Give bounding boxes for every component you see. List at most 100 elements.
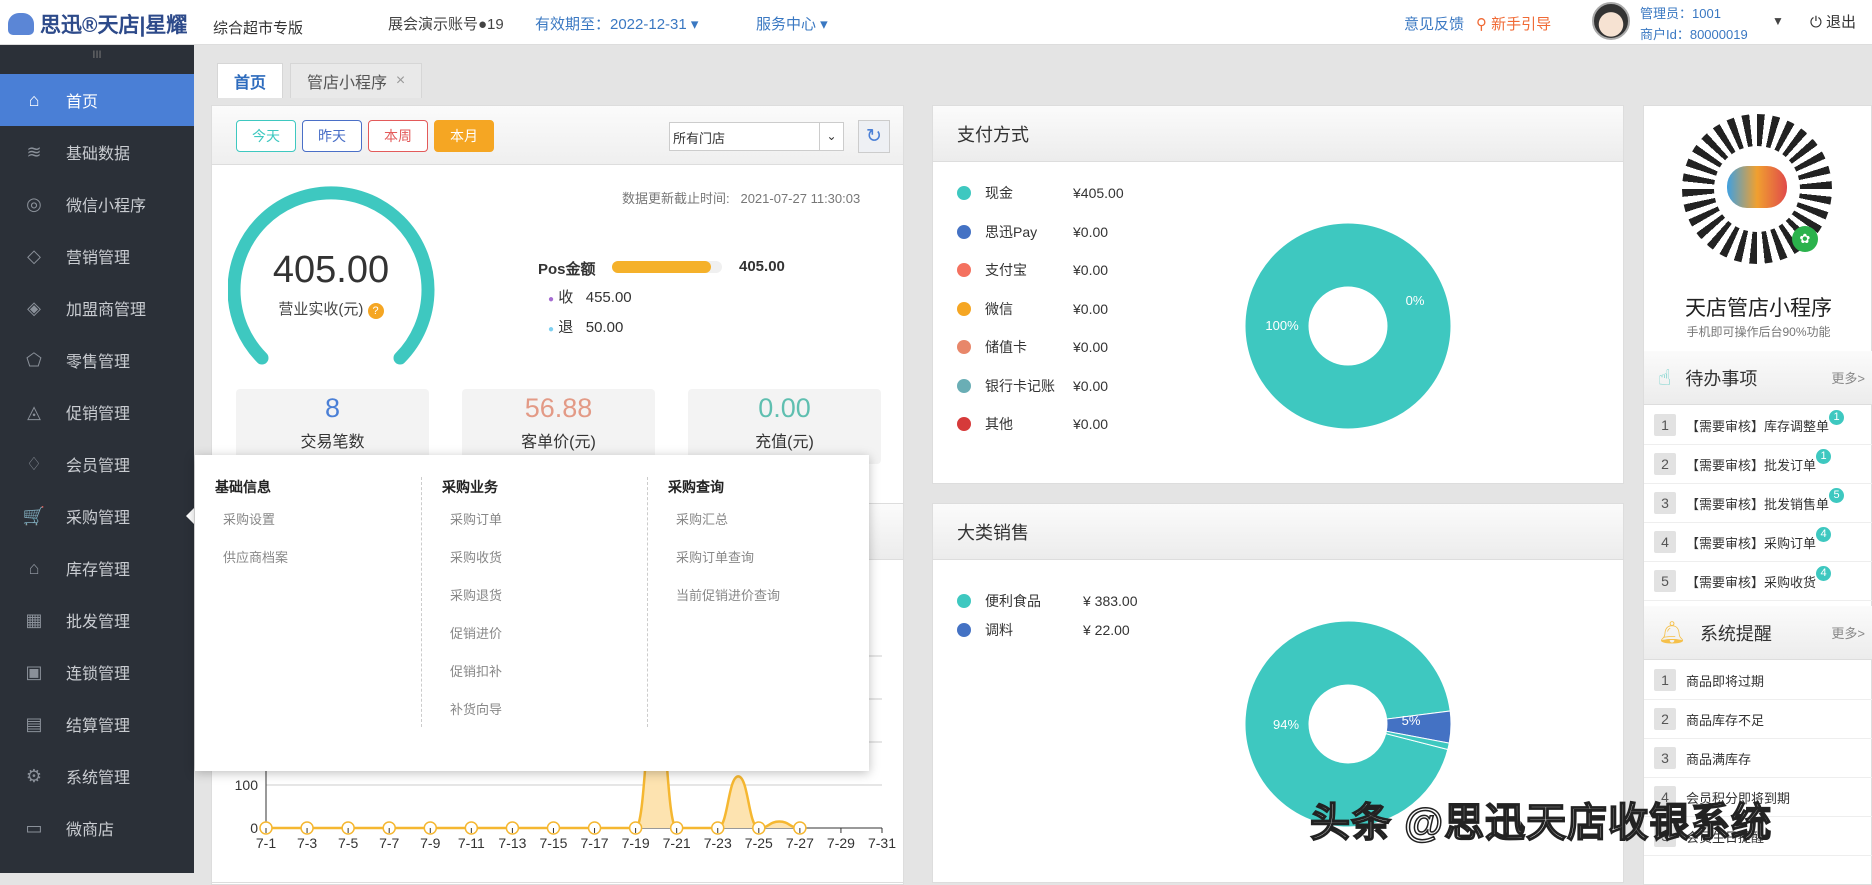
sidebar-item-11[interactable]: ▣ 连锁管理 bbox=[0, 646, 194, 698]
megaphone-icon: ◬ bbox=[27, 401, 41, 422]
user-menu-caret-icon[interactable]: ▼ bbox=[1772, 14, 1784, 28]
x-tick-label: 7-1 bbox=[256, 835, 276, 851]
sidebar-item-4[interactable]: ◈ 加盟商管理 bbox=[0, 282, 194, 334]
submenu-link[interactable]: 补货向导 bbox=[450, 699, 647, 717]
reminds-item[interactable]: 2 商品库存不足 bbox=[1644, 700, 1872, 739]
refund-row: ● 退 50.00 bbox=[548, 316, 623, 337]
donut-label: 5% bbox=[1402, 713, 1421, 728]
x-tick-label: 7-13 bbox=[498, 835, 526, 851]
x-tick-label: 7-23 bbox=[704, 835, 732, 851]
count-badge: 1 bbox=[1829, 409, 1845, 425]
close-icon[interactable]: × bbox=[396, 72, 405, 90]
item-number: 1 bbox=[1654, 414, 1676, 436]
submenu-link[interactable]: 当前促销进价查询 bbox=[676, 585, 873, 603]
logout-button[interactable]: ⏻ 退出 bbox=[1810, 11, 1856, 32]
sidebar-collapse-handle[interactable]: III bbox=[0, 49, 194, 61]
x-tick-label: 7-5 bbox=[338, 835, 358, 851]
legend-item: 支付宝 ¥0.00 bbox=[957, 260, 1108, 280]
merchant-id: 商户Id：80000019 bbox=[1640, 27, 1748, 42]
sidebar-item-13[interactable]: ⚙ 系统管理 bbox=[0, 750, 194, 802]
filter-bar: 今天 昨天 本周 本月 所有门店 ⌄ ↻ bbox=[212, 106, 903, 165]
chain-store-icon: ▣ bbox=[25, 661, 43, 682]
yesterday-button[interactable]: 昨天 bbox=[302, 120, 362, 152]
legend-item: 调料 ¥ 22.00 bbox=[957, 620, 1130, 640]
pos-label: Pos金额 bbox=[538, 261, 596, 278]
x-tick-label: 7-17 bbox=[581, 835, 609, 851]
todos-item[interactable]: 2 【需要审核】批发订单 1 bbox=[1644, 445, 1872, 484]
help-icon[interactable]: ? bbox=[367, 303, 384, 319]
sidebar-item-7[interactable]: ♢ 会员管理 bbox=[0, 438, 194, 490]
submenu-link[interactable]: 采购设置 bbox=[223, 509, 421, 527]
sidebar-item-6[interactable]: ◬ 促销管理 bbox=[0, 386, 194, 438]
sidebar-item-14[interactable]: ▭ 微商店 bbox=[0, 802, 194, 854]
purchase-submenu-flyout: 基础信息 采购设置 供应商档案 采购业务 采购订单 采购收货 采购退货 促销进价 促销扣补 补货向… bbox=[195, 455, 869, 771]
item-text: 商品即将过期 bbox=[1686, 673, 1765, 689]
todos-item[interactable]: 3 【需要审核】批发销售单 5 bbox=[1644, 484, 1872, 523]
submenu-link[interactable]: 采购退货 bbox=[450, 585, 647, 603]
donut-label: 94% bbox=[1273, 717, 1299, 732]
todo-more-link[interactable]: 更多> bbox=[1831, 368, 1865, 387]
store-select[interactable]: 所有门店 ⌄ bbox=[669, 122, 844, 151]
feedback-link[interactable]: 意见反馈 bbox=[1404, 13, 1464, 34]
sidebar-item-9[interactable]: ⌂ 库存管理 bbox=[0, 542, 194, 594]
revenue-label: 营业实收(元) ? bbox=[228, 298, 434, 319]
legend-item: 现金 ¥405.00 bbox=[957, 183, 1124, 203]
edition-label: 综合超市专版 bbox=[213, 20, 304, 37]
payment-panel: 支付方式 现金 ¥405.00 思迅Pay ¥0.00 支付宝 ¥0.00 微信 ¥0.00 储… bbox=[932, 105, 1624, 484]
tab-label: 管店小程序 bbox=[307, 75, 388, 92]
reminds-item[interactable]: 3 商品满库存 bbox=[1644, 739, 1872, 778]
this-week-button[interactable]: 本周 bbox=[368, 120, 428, 152]
todos-item[interactable]: 4 【需要审核】采购订单 4 bbox=[1644, 523, 1872, 562]
count-badge: 4 bbox=[1816, 526, 1832, 542]
sidebar-item-0[interactable]: ⌂ 首页 bbox=[0, 74, 194, 126]
revenue-value: 405.00 bbox=[272, 249, 390, 291]
logo-text: 思迅®天店|星耀 bbox=[40, 14, 188, 37]
reminder-more-link[interactable]: 更多> bbox=[1831, 623, 1865, 642]
x-tick-label: 7-7 bbox=[379, 835, 399, 851]
sidebar-item-3[interactable]: ◇ 营销管理 bbox=[0, 230, 194, 282]
legend-dot-icon bbox=[957, 378, 971, 393]
sidebar-item-label: 连锁管理 bbox=[66, 666, 131, 683]
legend-amount: ¥405.00 bbox=[1073, 185, 1124, 201]
item-text: 商品满库存 bbox=[1686, 751, 1752, 767]
admin-label: 管理员：1001 bbox=[1640, 6, 1721, 21]
submenu-link[interactable]: 采购订单 bbox=[450, 509, 647, 527]
submenu-link[interactable]: 采购收货 bbox=[450, 547, 647, 565]
stat-label: 充值(元) bbox=[755, 434, 814, 451]
avatar[interactable] bbox=[1592, 2, 1630, 40]
sidebar-item-1[interactable]: ≋ 基础数据 bbox=[0, 126, 194, 178]
todos-item[interactable]: 5 【需要审核】采购收货 4 bbox=[1644, 562, 1872, 601]
this-month-button[interactable]: 本月 bbox=[434, 120, 494, 152]
tab-home[interactable]: 首页 bbox=[217, 63, 284, 98]
item-text: 【需要审核】采购订单 bbox=[1686, 535, 1817, 551]
expiry-dropdown[interactable]: 有效期至：2022-12-31 ▾ bbox=[535, 13, 698, 34]
submenu-link[interactable]: 采购订单查询 bbox=[676, 547, 873, 565]
sidebar-item-8[interactable]: 🛒 采购管理 bbox=[0, 490, 194, 542]
submenu-link[interactable]: 促销进价 bbox=[450, 623, 647, 641]
submenu-link[interactable]: 促销扣补 bbox=[450, 661, 647, 679]
legend-dot-icon bbox=[957, 417, 971, 431]
legend-dot-icon bbox=[957, 301, 971, 316]
sidebar-item-12[interactable]: ▤ 结算管理 bbox=[0, 698, 194, 750]
submenu-link[interactable]: 采购汇总 bbox=[676, 509, 873, 527]
submenu-link[interactable]: 供应商档案 bbox=[223, 547, 421, 565]
todos-item[interactable]: 1 【需要审核】库存调整单 1 bbox=[1644, 406, 1872, 445]
sidebar-item-label: 营销管理 bbox=[66, 250, 131, 267]
today-button[interactable]: 今天 bbox=[236, 120, 296, 152]
sidebar-item-5[interactable]: ⬠ 零售管理 bbox=[0, 334, 194, 386]
pos-progress-bar bbox=[612, 261, 722, 273]
tab-miniprogram[interactable]: 管店小程序 × bbox=[290, 63, 423, 98]
reminds-item[interactable]: 1 商品即将过期 bbox=[1644, 661, 1872, 700]
sidebar-item-2[interactable]: ◎ 微信小程序 bbox=[0, 178, 194, 230]
logout-text: 退出 bbox=[1826, 14, 1857, 31]
todo-title: 待办事项 bbox=[1685, 368, 1758, 389]
sidebar-item-label: 促销管理 bbox=[66, 406, 131, 423]
sidebar-item-10[interactable]: ▦ 批发管理 bbox=[0, 594, 194, 646]
service-center-dropdown[interactable]: 服务中心 ▾ bbox=[756, 13, 828, 34]
income-row: ● 收 455.00 bbox=[548, 286, 632, 307]
item-text: 商品库存不足 bbox=[1686, 712, 1765, 728]
revenue-label-text: 营业实收(元) bbox=[278, 301, 364, 318]
guide-link[interactable]: ⚲ 新手引导 bbox=[1476, 13, 1551, 34]
refresh-button[interactable]: ↻ bbox=[858, 120, 890, 153]
legend-amount: ¥0.00 bbox=[1073, 223, 1109, 240]
